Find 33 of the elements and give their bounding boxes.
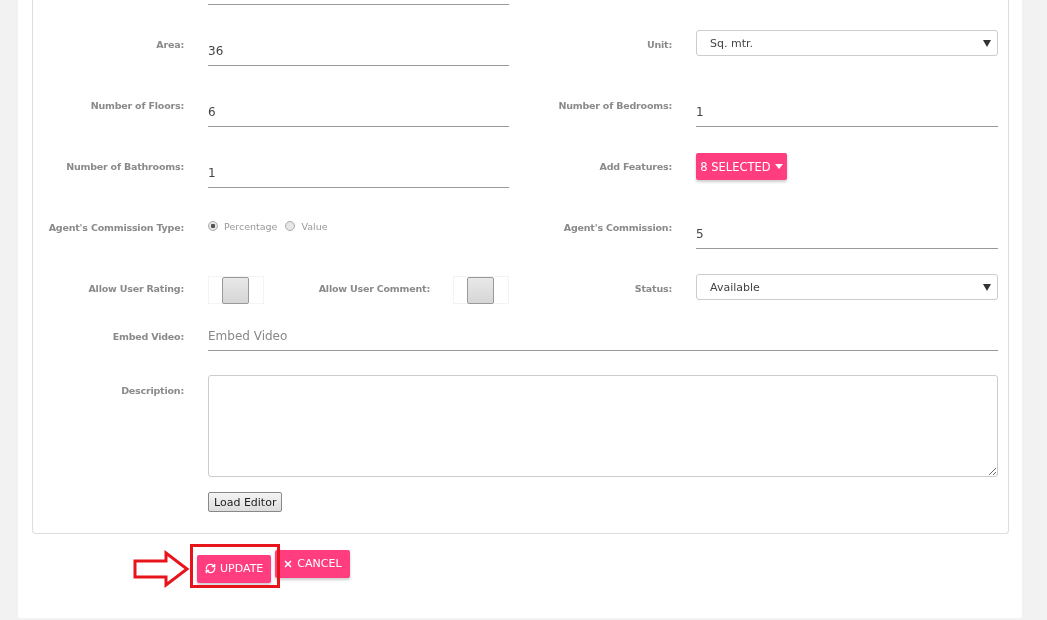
select-field[interactable]: Available <box>696 274 998 300</box>
toggle-switch[interactable] <box>208 276 264 304</box>
close-icon <box>283 558 294 569</box>
dropdown-caret-icon <box>983 283 991 291</box>
input-field[interactable]: Embed Video <box>208 321 998 351</box>
field-label: Agent's Commission Type: <box>48 222 184 235</box>
field-label: Embed Video: <box>112 331 184 344</box>
input-field[interactable]: 1 <box>696 90 998 127</box>
input-field[interactable]: 1 <box>208 151 509 188</box>
input-field[interactable]: 6 <box>208 90 509 127</box>
toggle-switch[interactable] <box>453 276 509 304</box>
caret-icon <box>774 164 783 169</box>
field-label: Number of Floors: <box>90 100 184 113</box>
input-field[interactable]: 36 <box>208 29 509 66</box>
field-label: Description: <box>121 385 184 398</box>
field-label: Allow User Rating: <box>88 283 184 296</box>
load-editor-button[interactable]: Load Editor <box>208 492 283 512</box>
field-label: Area: <box>156 39 184 52</box>
field-label: Unit: <box>646 39 672 52</box>
field-label: Number of Bathrooms: <box>66 161 184 174</box>
select-field[interactable]: Sq. mtr. <box>696 30 998 56</box>
field-label: Status: <box>634 283 672 296</box>
radio-button[interactable] <box>285 221 296 231</box>
field-label: Agent's Commission: <box>563 222 672 235</box>
radio-button[interactable] <box>208 221 218 231</box>
field-label: Add Features: <box>599 161 672 174</box>
refresh-icon <box>205 563 216 575</box>
arrow-annotation-icon <box>133 549 190 588</box>
dropdown-caret-icon <box>983 39 991 47</box>
field-label: Allow User Comment: <box>317 283 430 294</box>
input-field[interactable]: 5 <box>696 212 998 249</box>
field-label: Number of Bedrooms: <box>558 100 672 113</box>
description-textarea[interactable] <box>208 375 998 477</box>
